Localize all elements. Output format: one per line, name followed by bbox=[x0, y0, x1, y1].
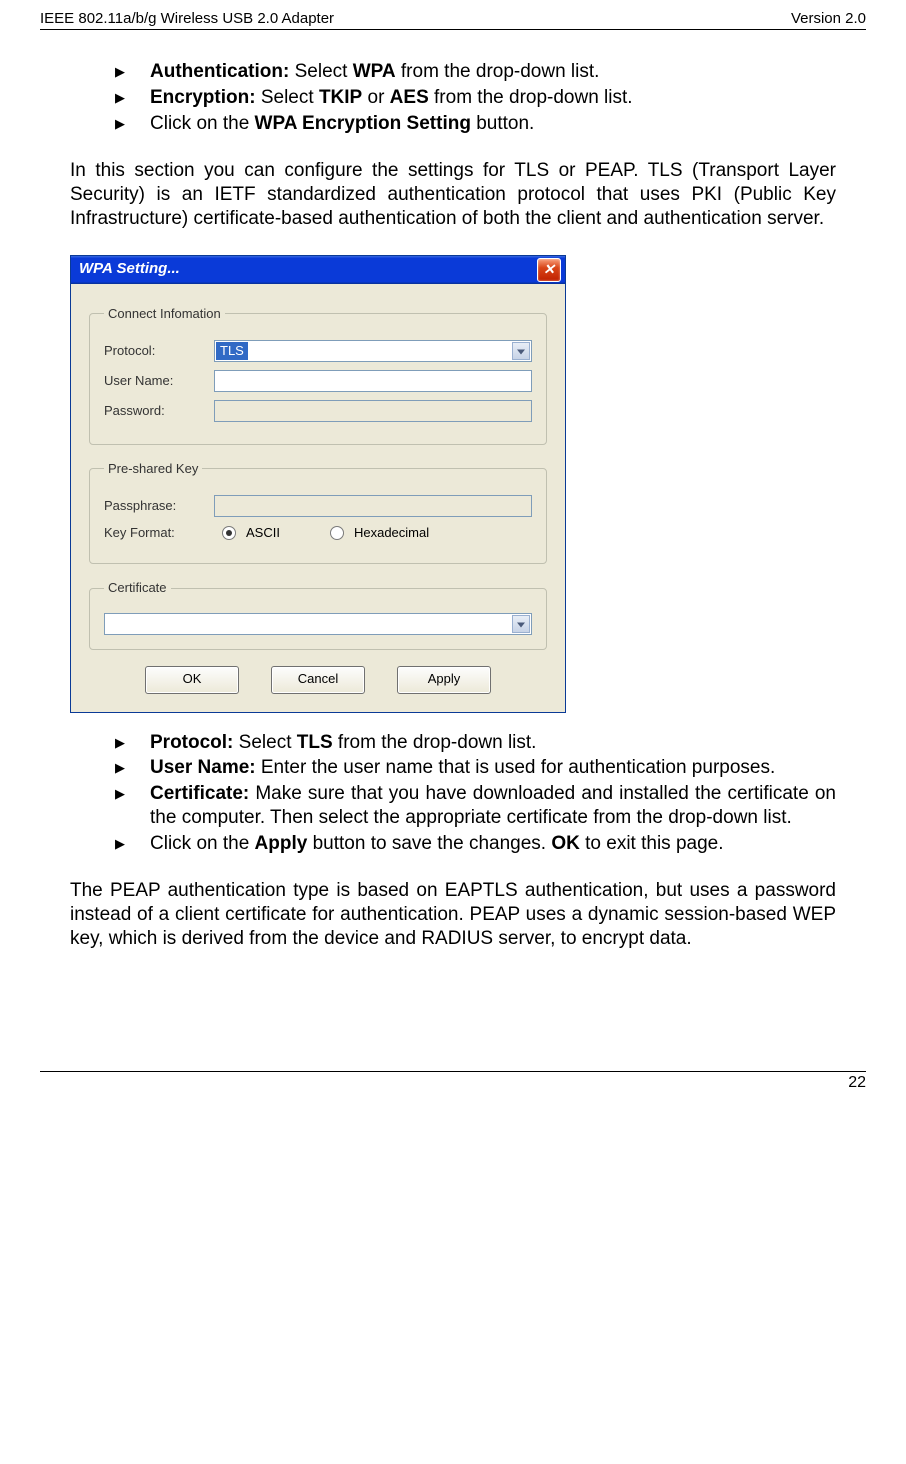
dialog-button-row: OK Cancel Apply bbox=[89, 666, 547, 694]
bullet-username: User Name: Enter the user name that is u… bbox=[70, 756, 836, 780]
page-header: IEEE 802.11a/b/g Wireless USB 2.0 Adapte… bbox=[40, 10, 866, 27]
text: or bbox=[362, 87, 389, 108]
text: Click on the bbox=[150, 113, 255, 134]
radio-label: ASCII bbox=[246, 525, 280, 541]
text: button. bbox=[471, 113, 534, 134]
row-password: Password: bbox=[104, 400, 532, 422]
ok-button[interactable]: OK bbox=[145, 666, 239, 694]
header-left: IEEE 802.11a/b/g Wireless USB 2.0 Adapte… bbox=[40, 10, 334, 27]
close-button[interactable]: ✕ bbox=[537, 258, 561, 282]
bullet-authentication: Authentication: Select WPA from the drop… bbox=[70, 60, 836, 84]
text: Select bbox=[256, 87, 319, 108]
chevron-down-icon bbox=[517, 349, 525, 354]
label: Certificate: bbox=[150, 783, 249, 804]
group-preshared-key: Pre-shared Key Passphrase: Key Format: A… bbox=[89, 461, 547, 565]
text: from the drop-down list. bbox=[333, 732, 537, 753]
dialog-titlebar[interactable]: WPA Setting... ✕ bbox=[71, 256, 565, 284]
radio-icon bbox=[330, 526, 344, 540]
bullet-certificate: Certificate: Make sure that you have dow… bbox=[70, 782, 836, 830]
row-username: User Name: bbox=[104, 370, 532, 392]
row-passphrase: Passphrase: bbox=[104, 495, 532, 517]
row-protocol: Protocol: TLS bbox=[104, 340, 532, 362]
value: TKIP bbox=[319, 87, 362, 108]
text: Select bbox=[233, 732, 296, 753]
wpa-setting-dialog: WPA Setting... ✕ Connect Infomation Prot… bbox=[70, 255, 566, 713]
row-keyformat: Key Format: ASCII Hexadecimal bbox=[104, 525, 532, 541]
page-footer: 22 bbox=[40, 1071, 866, 1092]
username-input[interactable] bbox=[214, 370, 532, 392]
text: Enter the user name that is used for aut… bbox=[256, 757, 776, 778]
label: User Name: bbox=[150, 757, 256, 778]
paragraph-peap: The PEAP authentication type is based on… bbox=[70, 879, 836, 950]
password-input[interactable] bbox=[214, 400, 532, 422]
group-connect-information: Connect Infomation Protocol: TLS User Na… bbox=[89, 306, 547, 445]
label: Protocol: bbox=[150, 732, 233, 753]
text: from the drop-down list. bbox=[396, 61, 600, 82]
radio-icon bbox=[222, 526, 236, 540]
header-right: Version 2.0 bbox=[791, 10, 866, 27]
dialog-title: WPA Setting... bbox=[79, 260, 180, 279]
text: to exit this page. bbox=[580, 833, 724, 854]
protocol-value: TLS bbox=[216, 342, 248, 360]
bullets-bottom: Protocol: Select TLS from the drop-down … bbox=[70, 731, 836, 856]
keyformat-label: Key Format: bbox=[104, 525, 214, 541]
value: OK bbox=[551, 833, 580, 854]
value: AES bbox=[390, 87, 429, 108]
radio-ascii[interactable]: ASCII bbox=[222, 525, 280, 541]
close-icon: ✕ bbox=[543, 261, 555, 279]
keyformat-radio-group: ASCII Hexadecimal bbox=[214, 525, 532, 541]
value: WPA bbox=[353, 61, 396, 82]
apply-button[interactable]: Apply bbox=[397, 666, 491, 694]
group-certificate: Certificate bbox=[89, 580, 547, 649]
value: TLS bbox=[297, 732, 333, 753]
group-legend: Certificate bbox=[104, 580, 171, 596]
group-legend: Connect Infomation bbox=[104, 306, 225, 322]
text: Click on the bbox=[150, 833, 255, 854]
paragraph-tls-intro: In this section you can configure the se… bbox=[70, 159, 836, 230]
text: from the drop-down list. bbox=[429, 87, 633, 108]
dialog-body: Connect Infomation Protocol: TLS User Na… bbox=[71, 284, 565, 712]
text: button to save the changes. bbox=[307, 833, 551, 854]
value: Apply bbox=[255, 833, 308, 854]
passphrase-input[interactable] bbox=[214, 495, 532, 517]
bullet-apply-ok: Click on the Apply button to save the ch… bbox=[70, 832, 836, 856]
protocol-dropdown[interactable]: TLS bbox=[214, 340, 532, 362]
page-number: 22 bbox=[40, 1072, 866, 1092]
bullet-encryption: Encryption: Select TKIP or AES from the … bbox=[70, 86, 836, 110]
group-legend: Pre-shared Key bbox=[104, 461, 202, 477]
bullet-protocol: Protocol: Select TLS from the drop-down … bbox=[70, 731, 836, 755]
certificate-dropdown[interactable] bbox=[104, 613, 532, 635]
radio-label: Hexadecimal bbox=[354, 525, 429, 541]
radio-hexadecimal[interactable]: Hexadecimal bbox=[330, 525, 429, 541]
text: Select bbox=[289, 61, 352, 82]
cancel-button[interactable]: Cancel bbox=[271, 666, 365, 694]
protocol-label: Protocol: bbox=[104, 343, 214, 359]
passphrase-label: Passphrase: bbox=[104, 498, 214, 514]
bullet-wpa-setting-button: Click on the WPA Encryption Setting butt… bbox=[70, 112, 836, 136]
header-divider bbox=[40, 29, 866, 30]
bullets-top: Authentication: Select WPA from the drop… bbox=[70, 60, 836, 135]
password-label: Password: bbox=[104, 403, 214, 419]
value: WPA Encryption Setting bbox=[255, 113, 471, 134]
label: Encryption: bbox=[150, 87, 256, 108]
text: Make sure that you have downloaded and i… bbox=[150, 783, 836, 828]
label: Authentication: bbox=[150, 61, 289, 82]
username-label: User Name: bbox=[104, 373, 214, 389]
chevron-down-icon bbox=[517, 622, 525, 627]
